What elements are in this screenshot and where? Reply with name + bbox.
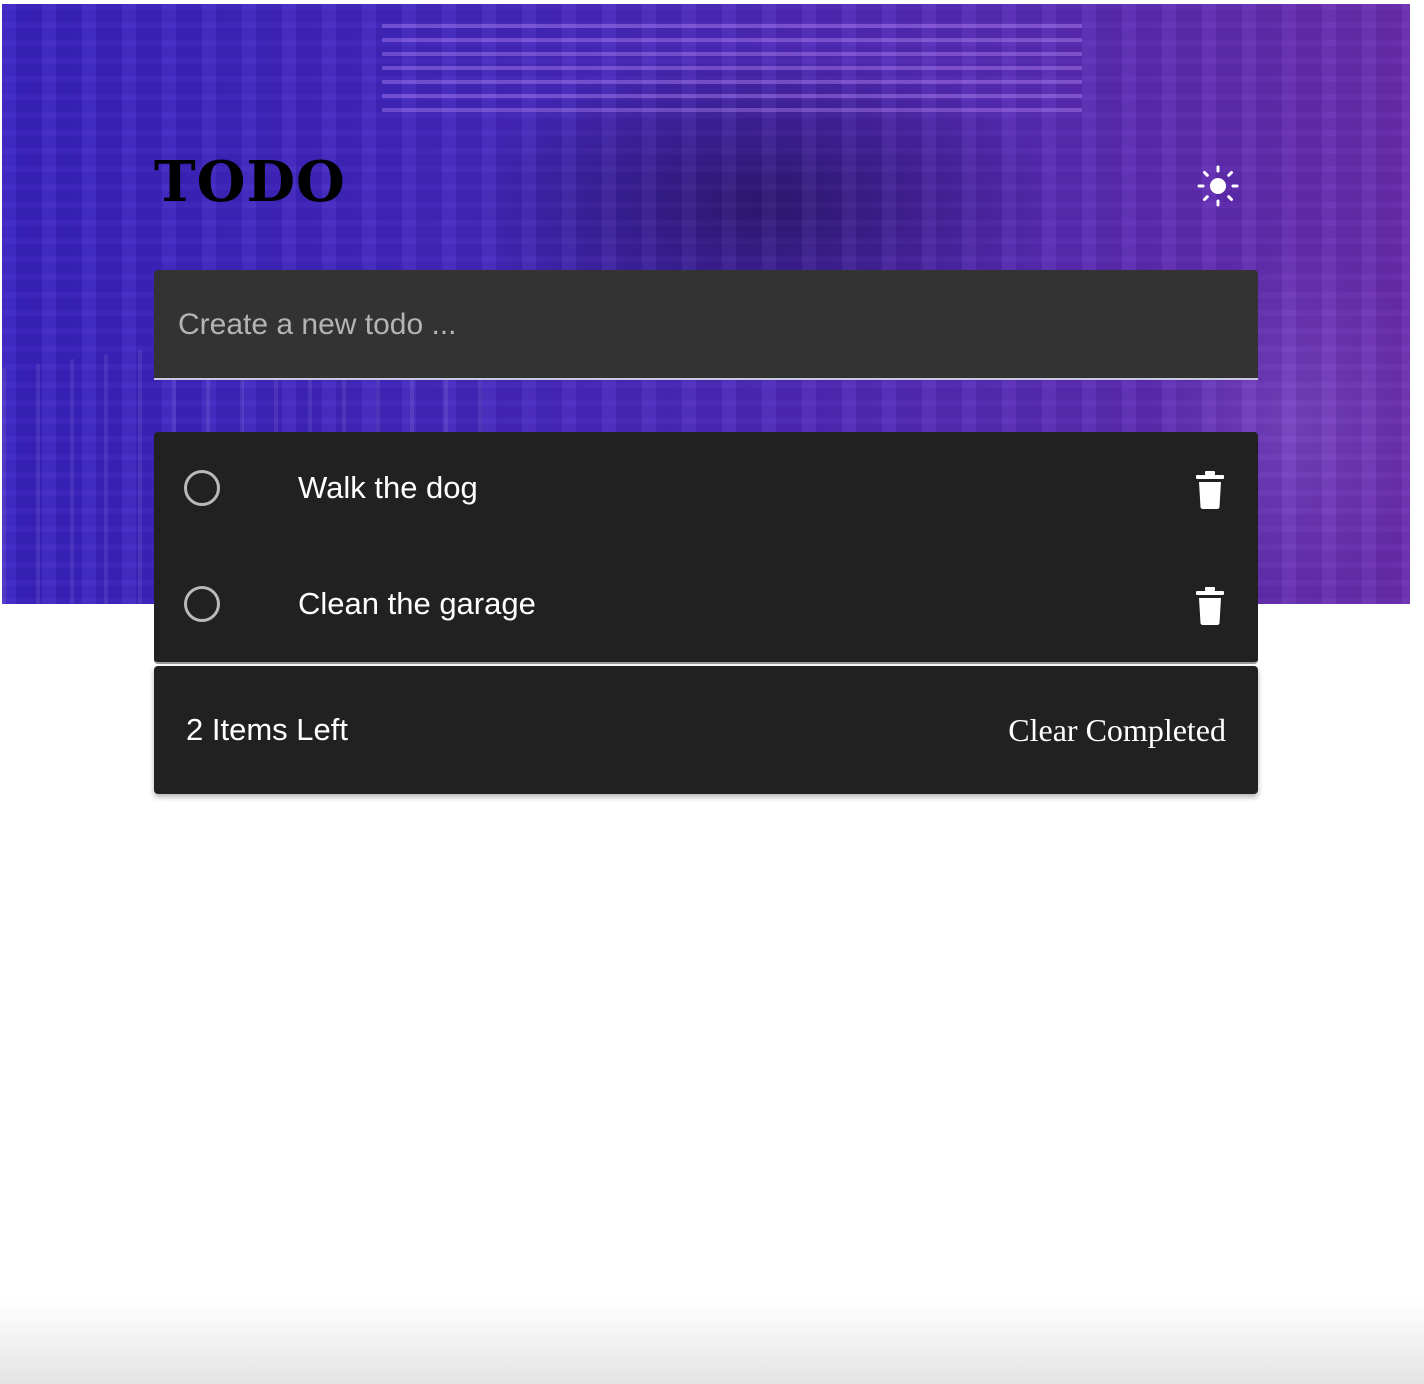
delete-todo-button[interactable]	[1194, 586, 1226, 626]
complete-checkbox[interactable]	[184, 470, 220, 506]
todo-text[interactable]: Clean the garage	[298, 584, 536, 624]
complete-checkbox[interactable]	[184, 586, 220, 622]
ceiling-lights-decoration	[382, 24, 1082, 114]
app-title: TODO	[154, 149, 346, 215]
todo-item: Walk the dog	[154, 432, 1258, 548]
theme-toggle-button[interactable]	[1194, 162, 1242, 210]
trash-icon	[1196, 471, 1224, 509]
todo-list: Walk the dog Clean the garage	[154, 432, 1258, 664]
todo-item: Clean the garage	[154, 548, 1258, 664]
new-todo-input[interactable]	[178, 290, 1234, 360]
sun-icon	[1197, 165, 1239, 207]
bottom-shadow	[0, 1300, 1424, 1384]
todo-text[interactable]: Walk the dog	[298, 468, 478, 508]
new-todo-field	[154, 270, 1258, 380]
clear-completed-button[interactable]: Clear Completed	[1008, 710, 1226, 750]
trash-icon	[1196, 587, 1224, 625]
todo-footer: 2 Items Left Clear Completed	[154, 666, 1258, 794]
items-left-count: 2 Items Left	[186, 712, 348, 747]
delete-todo-button[interactable]	[1194, 470, 1226, 510]
